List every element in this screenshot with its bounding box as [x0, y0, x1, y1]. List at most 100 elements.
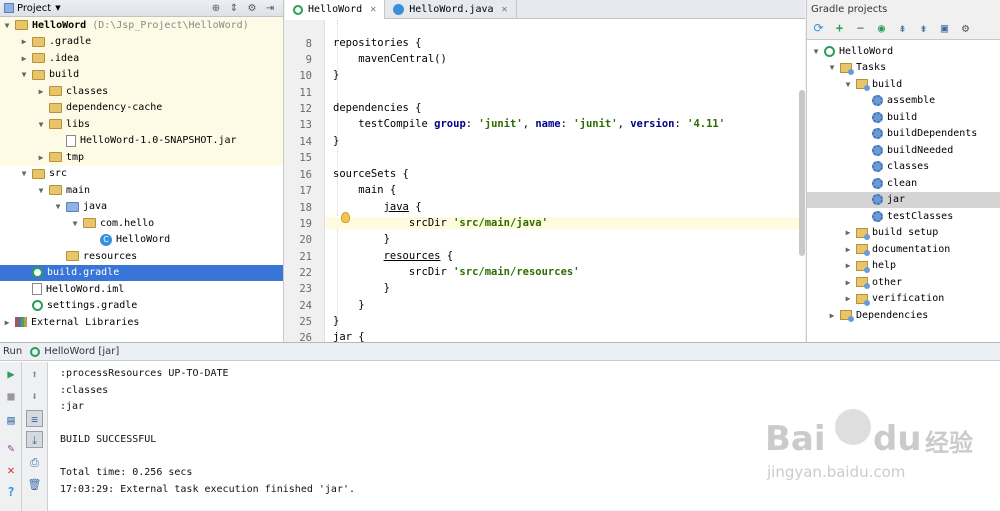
gradle-tree-item[interactable]: ▶ help — [807, 258, 1000, 275]
chevron-down-icon[interactable]: ▼ — [70, 219, 80, 228]
gradle-tree-item[interactable]: testClasses — [807, 208, 1000, 225]
gradle-tree-item[interactable]: jar — [807, 191, 1000, 208]
refresh-icon[interactable]: ⟳ — [811, 21, 826, 36]
scroll-to-end-icon[interactable]: ⤓ — [26, 431, 43, 448]
chevron-right-icon[interactable]: ▶ — [36, 153, 46, 162]
project-tree-item[interactable]: settings.gradle — [0, 298, 283, 315]
chevron-right-icon[interactable]: ▶ — [19, 37, 29, 46]
chevron-down-icon[interactable]: ▼ — [827, 63, 837, 72]
chevron-right-icon[interactable]: ▶ — [843, 278, 853, 287]
chevron-right-icon[interactable]: ▶ — [2, 318, 12, 327]
chevron-right-icon[interactable]: ▶ — [19, 54, 29, 63]
project-tree-item[interactable]: ▶ External Libraries — [0, 314, 283, 331]
scroll-down-icon[interactable]: ⬇ — [26, 388, 43, 405]
tab-helloword-java[interactable]: HelloWord.java ✕ — [385, 0, 517, 19]
gradle-tree-item[interactable]: ▶ documentation — [807, 241, 1000, 258]
toggle-offline-icon[interactable]: ▣ — [937, 21, 952, 36]
add-icon[interactable]: + — [832, 21, 847, 36]
tree-item-label: build — [49, 69, 80, 81]
gradle-projects-panel: Gradle projects ⟳ + − ◉ ⇞ ⇟ ▣ ⚙ ▼ HelloWo… — [806, 0, 1000, 342]
lightbulb-icon[interactable] — [341, 212, 350, 223]
settings-icon[interactable]: ⚙ — [958, 21, 973, 36]
project-tree-item[interactable]: ▼ java — [0, 199, 283, 216]
gradle-tree-item[interactable]: ▶ verification — [807, 291, 1000, 308]
chevron-down-icon[interactable]: ▼ — [36, 186, 46, 195]
watermark-brand-suffix: du — [873, 419, 922, 459]
run-task-icon[interactable]: ◉ — [874, 21, 889, 36]
gradle-item-label: documentation — [872, 243, 951, 255]
close-icon[interactable]: ✕ — [3, 462, 19, 478]
chevron-down-icon[interactable]: ▼ — [19, 169, 29, 178]
chevron-down-icon[interactable]: ▼ — [55, 4, 60, 12]
gradle-tree-item[interactable]: assemble — [807, 93, 1000, 110]
chevron-right-icon[interactable]: ▶ — [843, 245, 853, 254]
scroll-up-icon[interactable]: ⬆ — [26, 366, 43, 383]
chevron-down-icon[interactable]: ▼ — [843, 80, 853, 89]
code-area[interactable]: repositories { mavenCentral() } dependen… — [285, 20, 805, 342]
project-tree-item[interactable]: resources — [0, 248, 283, 265]
project-tree-item[interactable]: ▶ classes — [0, 83, 283, 100]
gradle-tree-item[interactable]: clean — [807, 175, 1000, 192]
chevron-right-icon[interactable]: ▶ — [827, 311, 837, 320]
project-view-icon[interactable] — [4, 3, 14, 13]
project-tree-item[interactable]: ▼ com.hello — [0, 215, 283, 232]
hide-panel-icon[interactable]: ⇥ — [263, 3, 277, 14]
tab-build-gradle[interactable]: HelloWord ✕ — [285, 0, 386, 19]
chevron-down-icon[interactable]: ▼ — [811, 47, 821, 56]
project-tree-item[interactable]: ▶ .idea — [0, 50, 283, 67]
library-icon — [15, 317, 27, 328]
project-tree-item[interactable]: build.gradle — [0, 264, 283, 281]
gradle-tree-item[interactable]: ▼ Tasks — [807, 60, 1000, 77]
project-tree-item[interactable]: HelloWord.iml — [0, 281, 283, 298]
project-tree: ▼ HelloWord (D:\Jsp_Project\HelloWord) ▶ .gr… — [0, 17, 283, 342]
gradle-tree-item[interactable]: ▶ other — [807, 274, 1000, 291]
dump-threads-icon[interactable]: ▤ — [3, 412, 19, 428]
soft-wrap-icon[interactable]: ≡ — [26, 410, 43, 427]
project-tree-item[interactable]: C HelloWord — [0, 232, 283, 249]
expand-all-icon[interactable]: ⇞ — [895, 21, 910, 36]
project-tree-item[interactable]: HelloWord-1.0-SNAPSHOT.jar — [0, 132, 283, 149]
gradle-icon — [32, 267, 43, 279]
project-tree-item[interactable]: ▼ src — [0, 166, 283, 183]
gradle-tree-item[interactable]: ▼ build — [807, 76, 1000, 93]
gradle-item-label: buildNeeded — [887, 144, 954, 156]
collapse-all-icon[interactable]: ⇟ — [916, 21, 931, 36]
chevron-right-icon[interactable]: ▶ — [843, 294, 853, 303]
close-icon[interactable]: ✕ — [502, 4, 508, 15]
project-tree-item[interactable]: ▼ build — [0, 66, 283, 83]
run-config-name[interactable]: HelloWord [jar] — [44, 346, 119, 357]
project-tree-item[interactable]: dependency-cache — [0, 99, 283, 116]
gradle-tree-item[interactable]: build — [807, 109, 1000, 126]
chevron-right-icon[interactable]: ▶ — [36, 87, 46, 96]
target-icon[interactable]: ⊕ — [209, 3, 223, 14]
chevron-down-icon[interactable]: ▼ — [2, 21, 12, 30]
project-tree-item[interactable]: ▼ HelloWord (D:\Jsp_Project\HelloWord) — [0, 17, 283, 34]
gradle-tree-item[interactable]: classes — [807, 159, 1000, 176]
chevron-down-icon[interactable]: ▼ — [53, 202, 63, 211]
close-icon[interactable]: ✕ — [370, 4, 376, 15]
remove-icon[interactable]: − — [853, 21, 868, 36]
project-tree-item[interactable]: ▼ libs — [0, 116, 283, 133]
chevron-right-icon[interactable]: ▶ — [843, 261, 853, 270]
collapse-all-icon[interactable]: ⇕ — [227, 3, 241, 14]
pin-icon[interactable]: ✎ — [3, 440, 19, 456]
gradle-tree-item[interactable]: ▼ HelloWord — [807, 43, 1000, 60]
project-tree-item[interactable]: ▶ .gradle — [0, 33, 283, 50]
stop-icon[interactable]: ■ — [3, 388, 19, 404]
gradle-tree-item[interactable]: buildDependents — [807, 126, 1000, 143]
rerun-icon[interactable]: ▶ — [3, 366, 19, 382]
project-tree-item[interactable]: ▶ tmp — [0, 149, 283, 166]
editor-scrollbar[interactable] — [799, 90, 805, 256]
print-icon[interactable]: ⎙ — [26, 454, 43, 471]
clear-all-icon[interactable]: 🗑 — [26, 476, 43, 493]
gradle-tree-item[interactable]: ▶ build setup — [807, 225, 1000, 242]
gradle-tree-item[interactable]: buildNeeded — [807, 142, 1000, 159]
project-view-selector[interactable]: Project — [17, 3, 51, 14]
chevron-right-icon[interactable]: ▶ — [843, 228, 853, 237]
project-tree-item[interactable]: ▼ main — [0, 182, 283, 199]
gear-icon[interactable]: ⚙ — [245, 3, 259, 14]
chevron-down-icon[interactable]: ▼ — [36, 120, 46, 129]
help-icon[interactable]: ? — [3, 484, 19, 500]
chevron-down-icon[interactable]: ▼ — [19, 70, 29, 79]
gradle-tree-item[interactable]: ▶ Dependencies — [807, 307, 1000, 324]
